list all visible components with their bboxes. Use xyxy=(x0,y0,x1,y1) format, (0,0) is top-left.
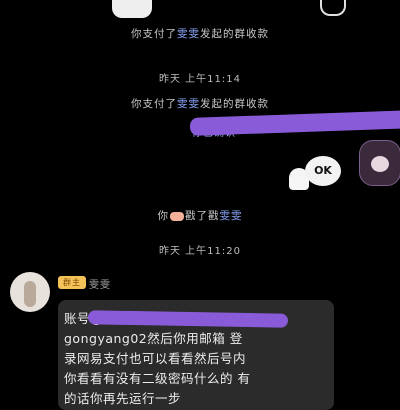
system-message-payment-1: 你支付了雯雯发起的群收款 xyxy=(0,26,400,41)
sticker-fragment-right xyxy=(320,0,346,16)
ok-sticker-icon: OK xyxy=(305,156,341,186)
sticker-fragment-left xyxy=(112,0,152,18)
system-message-payment-2: 你支付了雯雯发起的群收款 xyxy=(0,96,400,111)
system-text: 你支付了 xyxy=(131,98,177,110)
message-line: 录网易支付也可以看看然后号内 xyxy=(64,351,247,366)
user-link[interactable]: 雯雯 xyxy=(177,28,200,40)
system-text: 发起的群收款 xyxy=(200,98,269,110)
system-text: 戳了戳 xyxy=(185,210,220,222)
redaction-scribble xyxy=(189,110,400,136)
user-link[interactable]: 雯雯 xyxy=(177,98,200,110)
system-text: 你 xyxy=(157,210,169,222)
message-line: 你看看有没有二级密码什么的 有 xyxy=(64,371,251,386)
timestamp: 昨天 上午11:14 xyxy=(159,74,241,85)
face-icon xyxy=(371,156,389,172)
avatar-figure-icon xyxy=(24,281,36,307)
timestamp: 昨天 上午11:20 xyxy=(159,246,241,257)
role-badge: 群主 xyxy=(58,276,86,289)
sticker-image[interactable]: OK xyxy=(285,140,400,198)
message-line: gongyang02然后你用邮箱 登 xyxy=(64,331,243,346)
system-text: 你支付了 xyxy=(131,28,177,40)
user-link[interactable]: 雯雯 xyxy=(220,210,243,222)
system-text: 发起的群收款 xyxy=(200,28,269,40)
hand-poke-icon xyxy=(170,211,184,221)
message-line: 的话你再先运行一步 xyxy=(64,391,182,406)
sender-name[interactable]: 雯雯 xyxy=(89,276,111,291)
system-message-poke: 你 戳了戳雯雯 xyxy=(0,208,400,223)
avatar[interactable] xyxy=(10,272,50,312)
